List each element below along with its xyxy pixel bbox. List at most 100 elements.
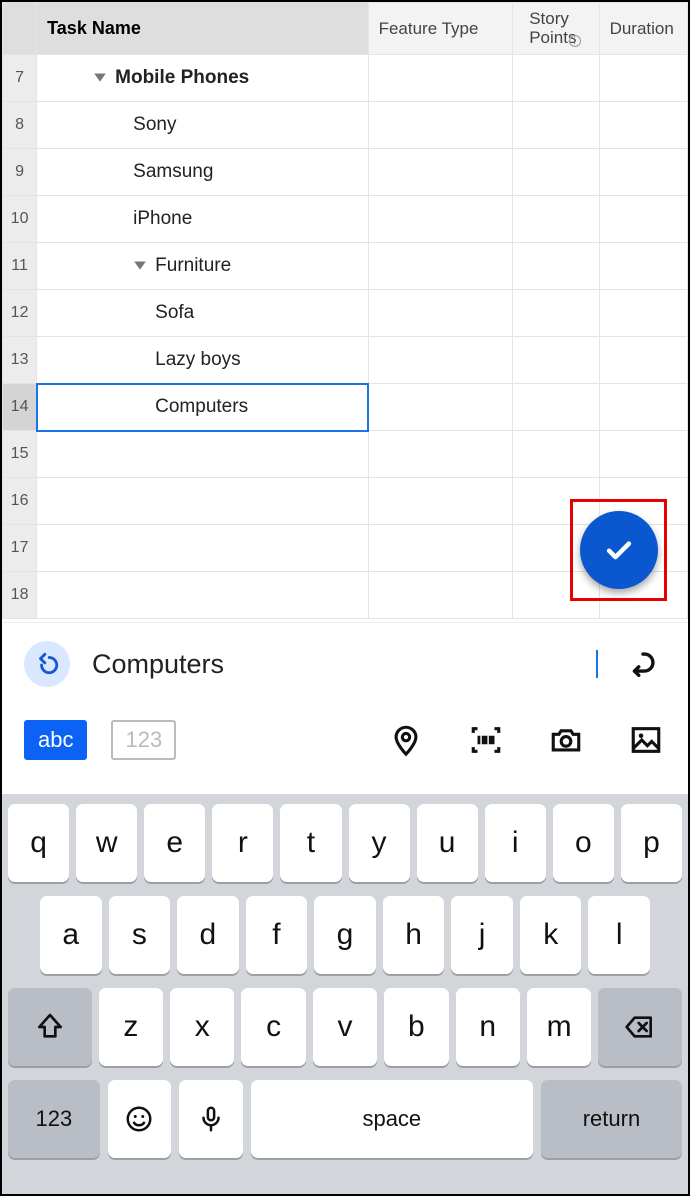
story-points-cell[interactable] (513, 243, 599, 290)
undo-button[interactable] (24, 641, 70, 687)
feature-type-cell[interactable] (368, 478, 513, 525)
feature-type-cell[interactable] (368, 337, 513, 384)
mode-abc-button[interactable]: abc (24, 720, 87, 760)
story-points-cell[interactable] (513, 431, 599, 478)
cell-text-input-wrap[interactable]: Computers (92, 649, 598, 680)
dictation-key[interactable] (179, 1080, 243, 1158)
duration-cell[interactable] (599, 55, 687, 102)
cell-text-input[interactable]: Computers (92, 649, 595, 680)
key-z[interactable]: z (99, 988, 163, 1066)
feature-type-cell[interactable] (368, 149, 513, 196)
row-number[interactable]: 17 (3, 525, 37, 572)
key-e[interactable]: e (144, 804, 205, 882)
header-feature-type[interactable]: Feature Type (368, 3, 513, 55)
task-cell[interactable] (37, 525, 368, 572)
task-cell[interactable]: Furniture (37, 243, 368, 290)
feature-type-cell[interactable] (368, 102, 513, 149)
mode-123-button[interactable]: 123 (111, 720, 176, 760)
key-q[interactable]: q (8, 804, 69, 882)
feature-type-cell[interactable] (368, 384, 513, 431)
feature-type-cell[interactable] (368, 196, 513, 243)
duration-cell[interactable] (599, 431, 687, 478)
feature-type-cell[interactable] (368, 572, 513, 619)
key-k[interactable]: k (520, 896, 582, 974)
header-story-points[interactable]: Story Points i (513, 3, 599, 55)
key-x[interactable]: x (170, 988, 234, 1066)
row-number[interactable]: 8 (3, 102, 37, 149)
info-icon[interactable]: i (569, 35, 581, 47)
row-number[interactable]: 14 (3, 384, 37, 431)
return-key[interactable]: return (541, 1080, 682, 1158)
row-number[interactable]: 18 (3, 572, 37, 619)
task-cell[interactable] (37, 572, 368, 619)
story-points-cell[interactable] (513, 55, 599, 102)
key-j[interactable]: j (451, 896, 513, 974)
duration-cell[interactable] (599, 149, 687, 196)
key-c[interactable]: c (241, 988, 305, 1066)
row-number[interactable]: 12 (3, 290, 37, 337)
image-button[interactable] (626, 720, 666, 760)
key-r[interactable]: r (212, 804, 273, 882)
story-points-cell[interactable] (513, 290, 599, 337)
row-number[interactable]: 15 (3, 431, 37, 478)
feature-type-cell[interactable] (368, 431, 513, 478)
duration-cell[interactable] (599, 337, 687, 384)
key-g[interactable]: g (314, 896, 376, 974)
row-number[interactable]: 10 (3, 196, 37, 243)
key-o[interactable]: o (553, 804, 614, 882)
duration-cell[interactable] (599, 102, 687, 149)
shift-key[interactable] (8, 988, 92, 1066)
key-b[interactable]: b (384, 988, 448, 1066)
key-s[interactable]: s (109, 896, 171, 974)
camera-button[interactable] (546, 720, 586, 760)
key-m[interactable]: m (527, 988, 591, 1066)
key-f[interactable]: f (246, 896, 308, 974)
key-d[interactable]: d (177, 896, 239, 974)
key-n[interactable]: n (456, 988, 520, 1066)
backspace-key[interactable] (598, 988, 682, 1066)
key-p[interactable]: p (621, 804, 682, 882)
key-u[interactable]: u (417, 804, 478, 882)
key-i[interactable]: i (485, 804, 546, 882)
row-number[interactable]: 16 (3, 478, 37, 525)
task-cell[interactable]: Computers (37, 384, 368, 431)
feature-type-cell[interactable] (368, 243, 513, 290)
location-button[interactable] (386, 720, 426, 760)
task-cell[interactable]: Sofa (37, 290, 368, 337)
story-points-cell[interactable] (513, 149, 599, 196)
story-points-cell[interactable] (513, 196, 599, 243)
task-cell[interactable] (37, 478, 368, 525)
duration-cell[interactable] (599, 243, 687, 290)
space-key[interactable]: space (251, 1080, 533, 1158)
duration-cell[interactable] (599, 384, 687, 431)
confirm-button[interactable] (580, 511, 658, 589)
row-number[interactable]: 13 (3, 337, 37, 384)
task-cell[interactable]: Mobile Phones (37, 55, 368, 102)
feature-type-cell[interactable] (368, 55, 513, 102)
header-duration[interactable]: Duration (599, 3, 687, 55)
feature-type-cell[interactable] (368, 525, 513, 572)
story-points-cell[interactable] (513, 384, 599, 431)
task-cell[interactable]: Lazy boys (37, 337, 368, 384)
key-v[interactable]: v (313, 988, 377, 1066)
key-l[interactable]: l (588, 896, 650, 974)
row-number[interactable]: 11 (3, 243, 37, 290)
barcode-button[interactable] (466, 720, 506, 760)
task-cell[interactable]: iPhone (37, 196, 368, 243)
feature-type-cell[interactable] (368, 290, 513, 337)
story-points-cell[interactable] (513, 337, 599, 384)
collapse-toggle[interactable] (133, 258, 147, 272)
collapse-toggle[interactable] (93, 70, 107, 84)
row-number[interactable]: 9 (3, 149, 37, 196)
key-a[interactable]: a (40, 896, 102, 974)
duration-cell[interactable] (599, 196, 687, 243)
story-points-cell[interactable] (513, 102, 599, 149)
header-task-name[interactable]: Task Name (37, 3, 368, 55)
newline-button[interactable] (620, 641, 666, 687)
key-y[interactable]: y (349, 804, 410, 882)
task-cell[interactable]: Sony (37, 102, 368, 149)
emoji-key[interactable] (108, 1080, 172, 1158)
key-t[interactable]: t (280, 804, 341, 882)
duration-cell[interactable] (599, 290, 687, 337)
key-w[interactable]: w (76, 804, 137, 882)
